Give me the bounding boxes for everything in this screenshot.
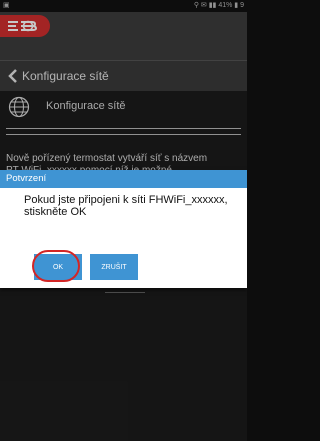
dialog-message: Pokud jste připojeni k síti FHWiFi_xxxxx…: [24, 194, 228, 218]
phone-screen: ▣ ⚲ ✉ ▮▮ 41% ▮ 9 Konfigurace sítě Konfig…: [0, 0, 247, 441]
dialog-title: Potvrzení: [0, 170, 247, 188]
cancel-button[interactable]: ZRUŠIT: [90, 254, 138, 280]
highlight-circle: [32, 250, 80, 282]
divider: [105, 292, 145, 293]
